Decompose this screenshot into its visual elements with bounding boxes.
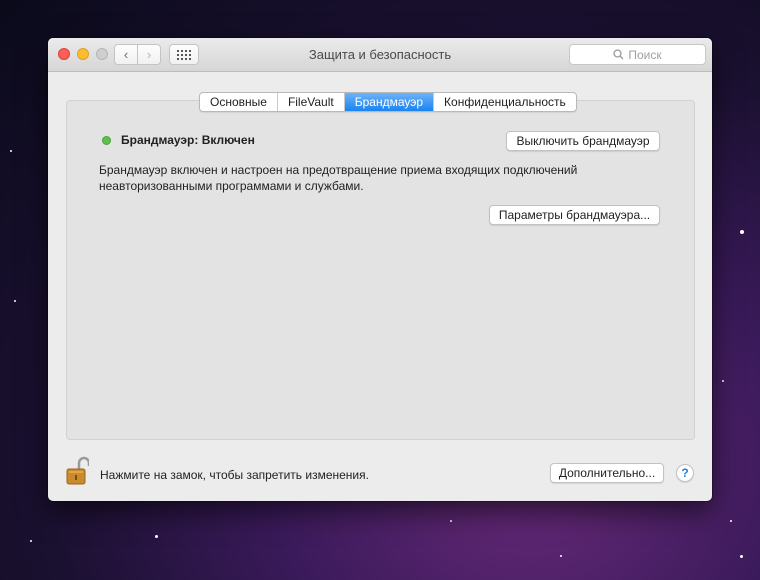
background-star (450, 520, 452, 522)
firewall-status-indicator (102, 136, 111, 145)
firewall-description: Брандмауэр включен и настроен на предотв… (99, 162, 619, 194)
content-panel (66, 100, 695, 440)
unlocked-padlock-icon[interactable] (65, 456, 91, 486)
background-star (155, 535, 158, 538)
show-all-button[interactable] (169, 44, 199, 65)
forward-button[interactable]: › (137, 44, 161, 65)
background-star (10, 150, 12, 152)
minimize-window-button[interactable] (77, 48, 89, 60)
search-icon (613, 49, 624, 60)
lock-hint-text: Нажмите на замок, чтобы запретить измене… (100, 468, 369, 482)
description-line: Брандмауэр включен и настроен на предотв… (99, 163, 578, 177)
tab-bar: Основные FileVault Брандмауэр Конфиденци… (199, 92, 577, 112)
turn-off-firewall-button[interactable]: Выключить брандмауэр (506, 131, 660, 151)
description-line: неавторизованными программами и службами… (99, 179, 364, 193)
search-field[interactable]: Поиск (569, 44, 706, 65)
tab-firewall[interactable]: Брандмауэр (344, 93, 435, 111)
grid-icon (177, 49, 191, 60)
title-bar: ‹ › Защита и безопасность Поиск (48, 38, 712, 72)
firewall-options-button[interactable]: Параметры брандмауэра... (489, 205, 660, 225)
background-star (740, 555, 743, 558)
tab-filevault[interactable]: FileVault (278, 93, 345, 111)
background-star (722, 380, 724, 382)
preferences-window: ‹ › Защита и безопасность Поиск Основные… (48, 38, 712, 501)
tab-privacy[interactable]: Конфиденциальность (434, 93, 576, 111)
close-window-button[interactable] (58, 48, 70, 60)
advanced-button[interactable]: Дополнительно... (550, 463, 664, 483)
tab-general[interactable]: Основные (200, 93, 278, 111)
firewall-status-label: Брандмауэр: Включен (121, 133, 255, 147)
search-placeholder: Поиск (628, 47, 662, 62)
background-star (14, 300, 16, 302)
back-button[interactable]: ‹ (114, 44, 138, 65)
chevron-left-icon: ‹ (123, 47, 129, 62)
background-star (560, 555, 562, 557)
zoom-window-button[interactable] (96, 48, 108, 60)
background-star (740, 230, 744, 234)
chevron-right-icon: › (146, 47, 152, 62)
background-star (30, 540, 32, 542)
help-button[interactable]: ? (676, 464, 694, 482)
background-star (730, 520, 732, 522)
